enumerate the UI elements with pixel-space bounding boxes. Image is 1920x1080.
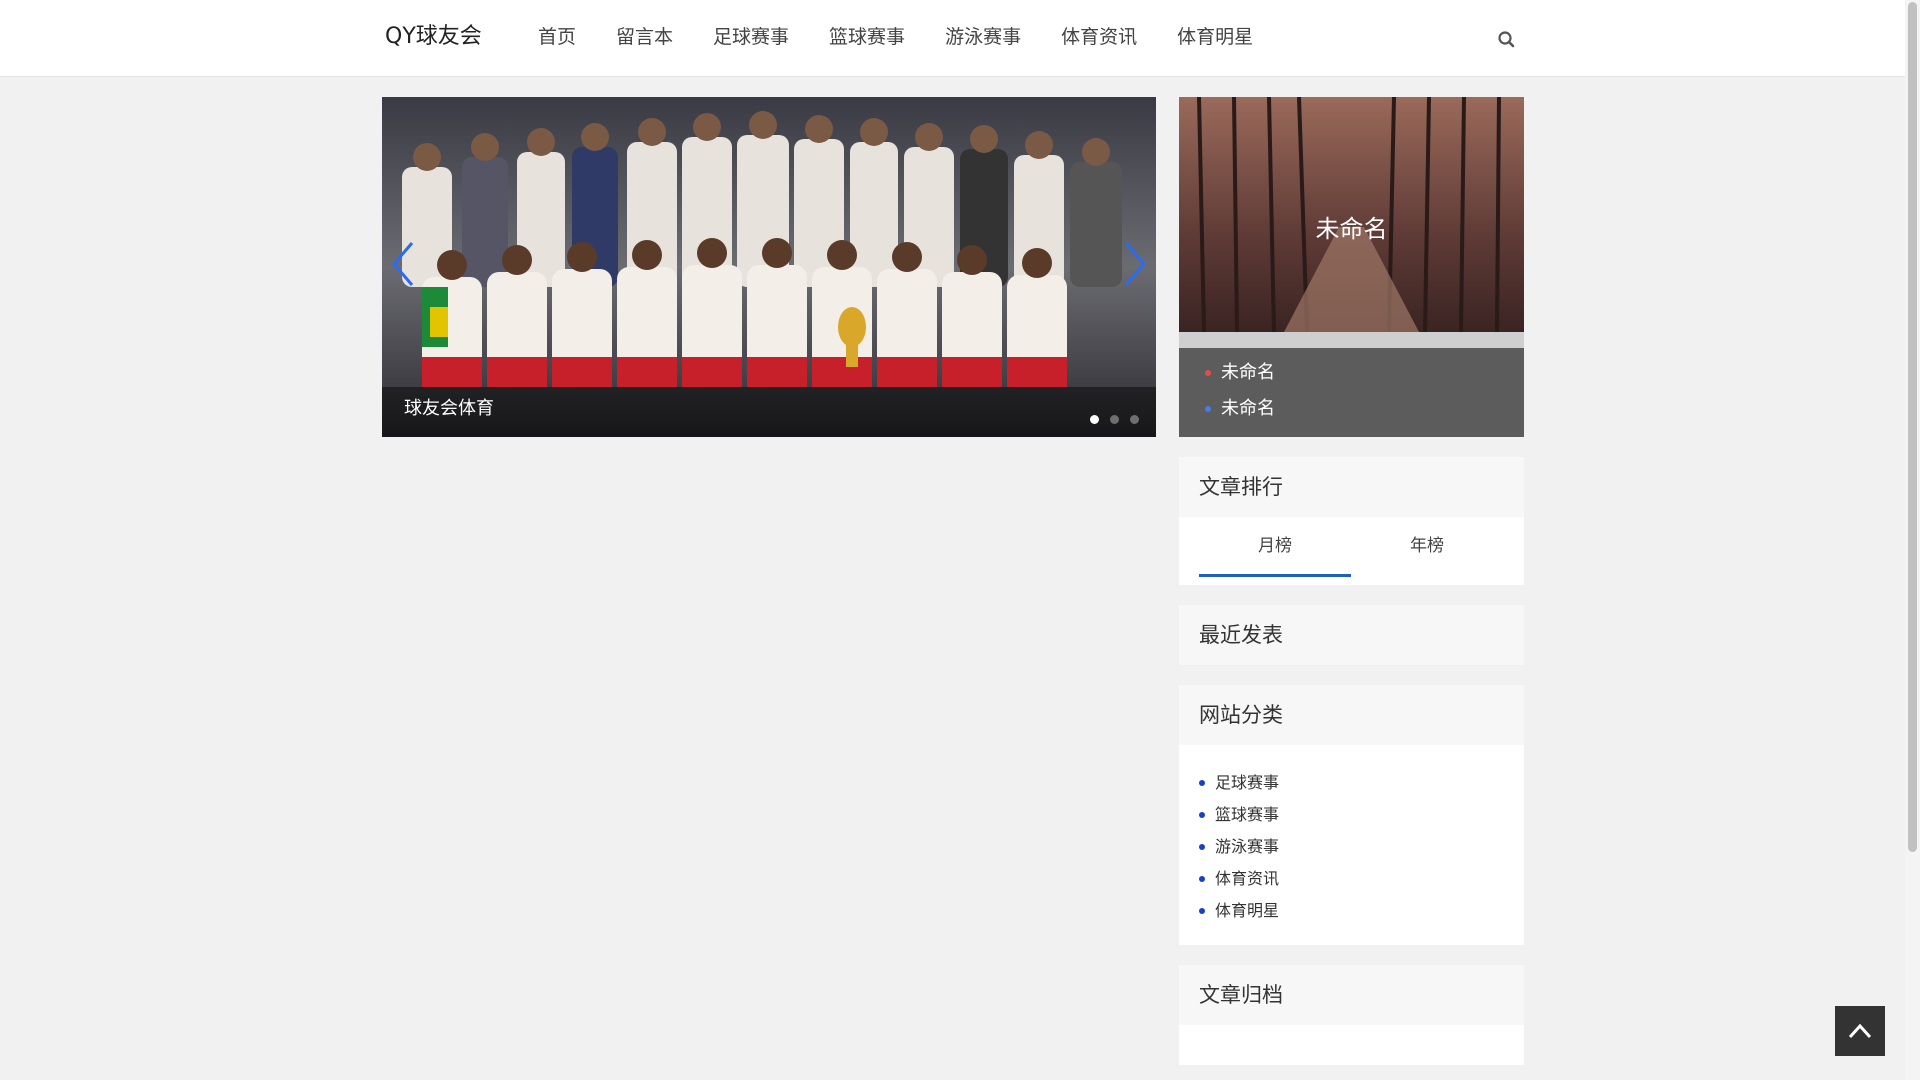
recent-posts-title: 最近发表 (1179, 605, 1524, 665)
team-celebration-photo (382, 97, 1156, 437)
featured-item-label: 未命名 (1221, 398, 1275, 419)
category-label: 篮球赛事 (1215, 805, 1280, 824)
chevron-up-icon (1848, 1023, 1872, 1039)
category-label: 体育资讯 (1215, 869, 1280, 888)
bullet-icon (1199, 908, 1205, 914)
ranking-widget: 文章排行 月榜 年榜 (1179, 457, 1524, 585)
chevron-left-icon (392, 242, 414, 286)
category-label: 足球赛事 (1215, 773, 1280, 792)
recent-posts-widget: 最近发表 (1179, 605, 1524, 665)
scrollbar-thumb[interactable] (1908, 2, 1917, 852)
site-logo[interactable]: QY球友会 (385, 22, 482, 52)
category-item-sports-news[interactable]: 体育资讯 (1199, 863, 1279, 895)
ranking-tabs: 月榜 年榜 (1199, 517, 1504, 577)
search-icon[interactable] (1496, 28, 1518, 50)
slider-prev-button[interactable] (386, 239, 420, 289)
category-item-swimming[interactable]: 游泳赛事 (1199, 831, 1279, 863)
category-item-football[interactable]: 足球赛事 (1199, 767, 1279, 799)
categories-list: 足球赛事 篮球赛事 游泳赛事 体育资讯 体育明星 (1199, 767, 1279, 927)
featured-card: 未命名 未命名 未命名 (1179, 97, 1524, 437)
featured-item[interactable]: 未命名 (1205, 355, 1275, 391)
featured-divider (1179, 332, 1524, 348)
category-label: 体育明星 (1215, 901, 1280, 920)
featured-list: 未命名 未命名 (1205, 355, 1275, 427)
bullet-icon (1199, 812, 1205, 818)
nav-item-home[interactable]: 首页 (538, 0, 576, 77)
bullet-icon (1199, 780, 1205, 786)
site-header: QY球友会 首页 留言本 足球赛事 篮球赛事 游泳赛事 体育资讯 体育明星 (0, 0, 1905, 77)
categories-widget: 网站分类 足球赛事 篮球赛事 游泳赛事 体育资讯 体育明星 (1179, 685, 1524, 945)
archive-widget: 文章归档 (1179, 965, 1524, 1065)
category-item-basketball[interactable]: 篮球赛事 (1199, 799, 1279, 831)
category-item-sports-stars[interactable]: 体育明星 (1199, 895, 1279, 927)
nav-item-sports-news[interactable]: 体育资讯 (1061, 0, 1137, 77)
bullet-icon (1199, 876, 1205, 882)
page-scrollbar[interactable] (1905, 0, 1920, 1080)
bullet-icon (1205, 370, 1211, 376)
slider-dots (1090, 415, 1150, 424)
slider-dot-1[interactable] (1090, 415, 1099, 424)
nav-item-sports-stars[interactable]: 体育明星 (1177, 0, 1253, 77)
bullet-icon (1205, 406, 1211, 412)
tab-yearly[interactable]: 年榜 (1351, 517, 1503, 577)
ranking-title: 文章排行 (1179, 457, 1524, 517)
tab-monthly[interactable]: 月榜 (1199, 517, 1351, 577)
slider-dot-3[interactable] (1130, 415, 1139, 424)
nav-item-basketball[interactable]: 篮球赛事 (829, 0, 905, 77)
archive-title: 文章归档 (1179, 965, 1524, 1025)
featured-title[interactable]: 未命名 (1179, 213, 1524, 245)
back-to-top-button[interactable] (1835, 1006, 1885, 1056)
nav-item-football[interactable]: 足球赛事 (713, 0, 789, 77)
main-nav: 首页 留言本 足球赛事 篮球赛事 游泳赛事 体育资讯 体育明星 (538, 0, 1293, 77)
nav-item-guestbook[interactable]: 留言本 (616, 0, 673, 77)
slider-next-button[interactable] (1118, 239, 1152, 289)
slider-dot-2[interactable] (1110, 415, 1119, 424)
featured-item[interactable]: 未命名 (1205, 391, 1275, 427)
hero-slider[interactable]: 球友会体育 (382, 97, 1156, 437)
featured-item-label: 未命名 (1221, 362, 1275, 383)
bullet-icon (1199, 844, 1205, 850)
categories-title: 网站分类 (1179, 685, 1524, 745)
chevron-right-icon (1124, 242, 1146, 286)
nav-item-swimming[interactable]: 游泳赛事 (945, 0, 1021, 77)
slider-caption[interactable]: 球友会体育 (404, 397, 494, 421)
slider-caption-bar (382, 387, 1156, 437)
category-label: 游泳赛事 (1215, 837, 1280, 856)
